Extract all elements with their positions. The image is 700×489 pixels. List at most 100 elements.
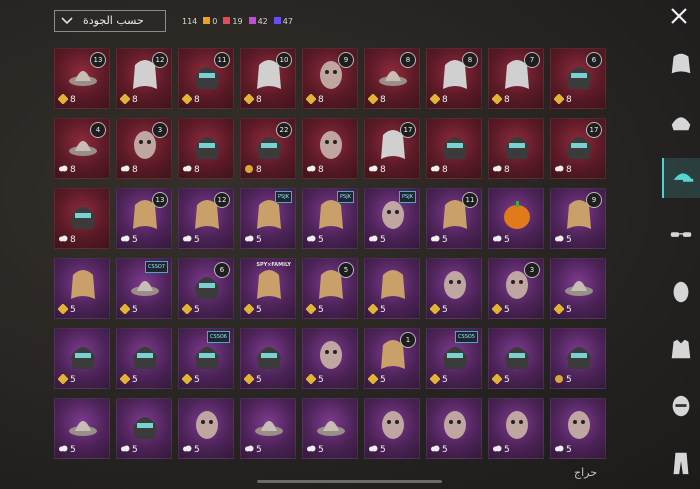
sidebar-tab-glasses[interactable] xyxy=(662,215,700,255)
inventory-item[interactable]: SPY×FAMILY 5 xyxy=(240,258,296,319)
inventory-item[interactable]: 5 xyxy=(240,328,296,389)
inventory-item[interactable]: 12 5 xyxy=(178,188,234,249)
item-value: 8 xyxy=(256,95,262,105)
inventory-item[interactable]: 35 xyxy=(488,258,544,319)
inventory-item[interactable]: 68 xyxy=(550,48,606,109)
inventory-item[interactable]: 5 xyxy=(488,328,544,389)
item-value: 5 xyxy=(380,235,386,245)
inventory-item[interactable]: 5 xyxy=(116,328,172,389)
inventory-item[interactable]: 8 xyxy=(426,118,482,179)
inventory-item[interactable]: 8 xyxy=(54,188,110,249)
item-value: 5 xyxy=(442,375,448,385)
inventory-item[interactable]: 5 xyxy=(488,188,544,249)
count-purple: 42 xyxy=(248,16,268,26)
sidebar-tab-pants[interactable] xyxy=(662,443,700,483)
face-icon xyxy=(673,281,689,303)
inventory-item[interactable]: 12 8 xyxy=(116,48,172,109)
inventory-item[interactable]: 78 xyxy=(488,48,544,109)
close-icon[interactable] xyxy=(669,6,689,26)
inventory-item[interactable]: 13 8 xyxy=(54,48,110,109)
inventory-item[interactable]: 5 xyxy=(426,398,482,459)
inventory-item[interactable]: 5 xyxy=(178,398,234,459)
inventory-item[interactable]: 5 xyxy=(550,258,606,319)
inventory-item[interactable]: 5 xyxy=(54,398,110,459)
inventory-item[interactable]: 13 5 xyxy=(116,188,172,249)
sidebar-tab-cap[interactable] xyxy=(662,158,700,198)
inventory-item[interactable]: 95 xyxy=(550,188,606,249)
inventory-item[interactable]: 5 xyxy=(488,398,544,459)
inventory-item[interactable]: CSSO7 5 xyxy=(116,258,172,319)
inventory-item[interactable]: 15 xyxy=(364,328,420,389)
sidebar-tab-mask[interactable] xyxy=(662,386,700,426)
inventory-item[interactable]: 98 xyxy=(302,48,358,109)
inventory-item[interactable]: 8 xyxy=(178,118,234,179)
inventory-item[interactable]: 5 xyxy=(302,328,358,389)
count-gold: 0 xyxy=(203,16,217,26)
inventory-item[interactable]: 5 xyxy=(302,398,358,459)
inventory-item[interactable]: 5 xyxy=(550,328,606,389)
inventory-item[interactable]: 8 xyxy=(302,118,358,179)
inventory-item[interactable]: 11 8 xyxy=(178,48,234,109)
inventory-item[interactable]: CSSO6 5 xyxy=(178,328,234,389)
item-value: 8 xyxy=(132,165,138,175)
inventory-item[interactable]: PSJK 5 xyxy=(302,188,358,249)
level-badge: 9 xyxy=(586,192,602,208)
cloud-icon xyxy=(59,165,68,172)
scrollbar[interactable] xyxy=(257,480,442,483)
inventory-item[interactable]: PSJK 5 xyxy=(364,188,420,249)
item-value: 8 xyxy=(504,95,510,105)
medal-icon xyxy=(120,304,130,314)
inventory-item[interactable]: 88 xyxy=(426,48,482,109)
inventory-item[interactable]: 22 8 xyxy=(240,118,296,179)
level-badge: 17 xyxy=(400,122,416,138)
inventory-item[interactable]: 8 xyxy=(488,118,544,179)
cap-icon xyxy=(673,173,694,182)
cloud-icon xyxy=(183,235,192,242)
medal-icon xyxy=(120,94,130,104)
inventory-item[interactable]: 17 8 xyxy=(550,118,606,179)
medal-icon xyxy=(306,94,316,104)
inventory-item[interactable]: 5 xyxy=(116,398,172,459)
inventory-item[interactable]: 5 xyxy=(364,258,420,319)
cloud-icon xyxy=(59,235,68,242)
cloud-icon xyxy=(555,445,564,452)
item-value: 5 xyxy=(70,305,76,315)
medal-icon xyxy=(554,304,564,314)
inventory-item[interactable]: 11 5 xyxy=(426,188,482,249)
inventory-item[interactable]: 5 xyxy=(54,328,110,389)
sidebar-tab-hair[interactable] xyxy=(662,44,700,84)
cloud-icon xyxy=(245,445,254,452)
item-art-hat xyxy=(565,281,593,296)
medal-icon xyxy=(244,94,254,104)
level-badge: 4 xyxy=(90,122,106,138)
level-badge: 11 xyxy=(462,192,478,208)
item-art-mask xyxy=(382,411,404,439)
sort-dropdown[interactable]: حسب الجودة xyxy=(54,10,166,32)
inventory-item[interactable]: 88 xyxy=(364,48,420,109)
sidebar-tab-jacket[interactable] xyxy=(662,329,700,369)
inventory-item[interactable]: 55 xyxy=(302,258,358,319)
sidebar-tab-face[interactable] xyxy=(662,272,700,312)
inventory-item[interactable]: 5 xyxy=(426,258,482,319)
inventory-item[interactable]: 5 xyxy=(240,398,296,459)
inventory-item[interactable]: 5 xyxy=(54,258,110,319)
inventory-item[interactable]: 5 xyxy=(364,398,420,459)
medal-icon xyxy=(368,94,378,104)
inventory-item[interactable]: PSJK 5 xyxy=(240,188,296,249)
cloud-icon xyxy=(183,165,192,172)
inventory-item[interactable]: 38 xyxy=(116,118,172,179)
inventory-item[interactable]: 17 8 xyxy=(364,118,420,179)
inventory-item[interactable]: 48 xyxy=(54,118,110,179)
sidebar-tab-helmet[interactable] xyxy=(662,101,700,141)
level-badge: 22 xyxy=(276,122,292,138)
inventory-item[interactable]: 65 xyxy=(178,258,234,319)
cloud-icon xyxy=(369,165,378,172)
item-value: 8 xyxy=(194,95,200,105)
inventory-item[interactable]: CSSO5 5 xyxy=(426,328,482,389)
inventory-item[interactable]: 10 8 xyxy=(240,48,296,109)
inventory-item[interactable]: 5 xyxy=(550,398,606,459)
cloud-icon xyxy=(59,445,68,452)
chevron-down-icon xyxy=(61,17,73,25)
medal-icon xyxy=(120,374,130,384)
count-red: 19 xyxy=(223,16,243,26)
